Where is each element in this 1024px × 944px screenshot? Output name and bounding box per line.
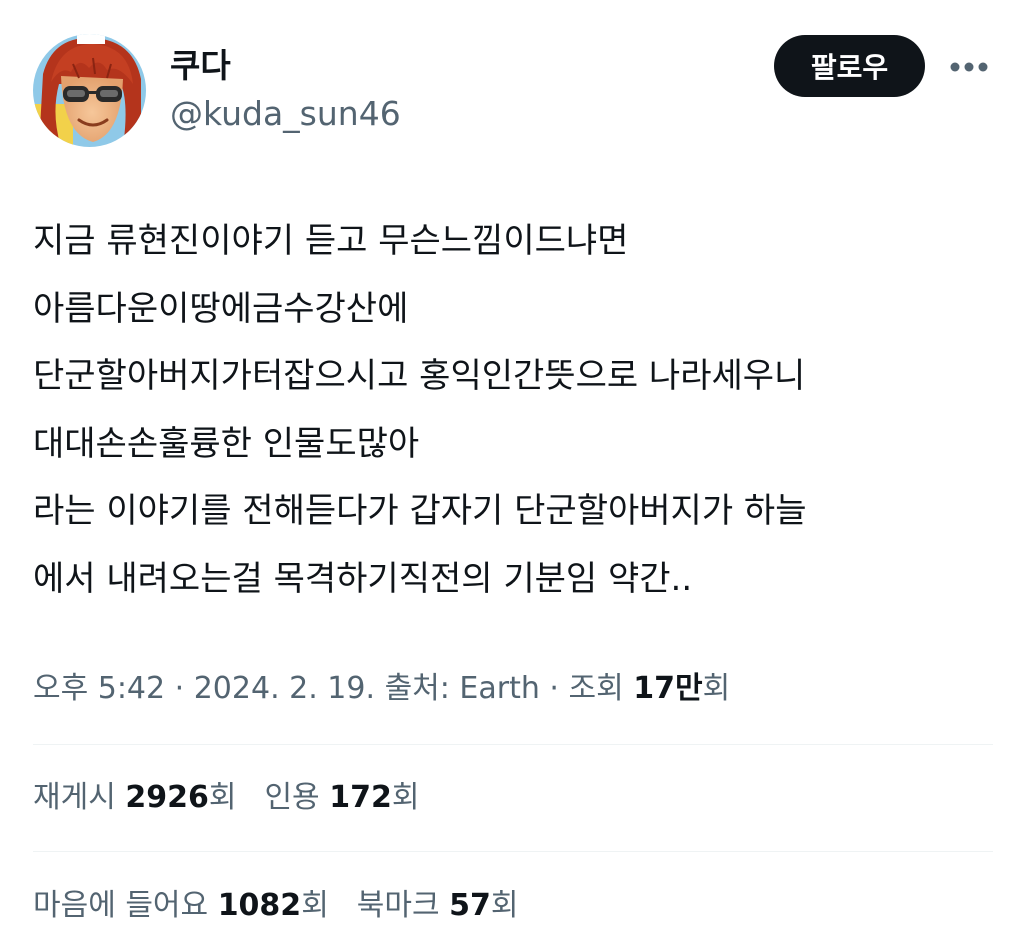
reposts-suffix: 회 xyxy=(208,780,237,815)
bookmarks-suffix: 회 xyxy=(490,888,519,923)
quotes-suffix: 회 xyxy=(391,780,420,815)
source-label: 출처: xyxy=(384,671,460,706)
more-horizontal-icon xyxy=(950,62,988,72)
tweet-text-line: 아름다운이땅에금수강산에 xyxy=(33,288,409,329)
tweet-text-line: 대대손손훌륭한 인물도많아 xyxy=(33,423,420,464)
tweet-time[interactable]: 오후 5:42 xyxy=(33,671,165,706)
tweet-text-line: 에서 내려오는걸 목격하기직전의 기분임 약간.. xyxy=(33,558,693,599)
likes-stat[interactable]: 마음에 들어요 1082회 xyxy=(33,881,329,931)
tweet-text: 지금 류현진이야기 듣고 무슨느낌이드냐면 아름다운이땅에금수강산에 단군할아버… xyxy=(33,208,998,613)
quotes-count: 172 xyxy=(329,780,392,815)
follow-button[interactable]: 팔로우 xyxy=(774,35,925,97)
more-options-button[interactable] xyxy=(944,48,994,86)
author-display-name[interactable]: 쿠다 xyxy=(170,44,231,88)
quotes-label: 인용 xyxy=(264,780,330,815)
divider xyxy=(33,851,993,852)
author-handle[interactable]: @kuda_sun46 xyxy=(170,92,401,136)
engagement-row-reposts: 재게시 2926회 인용 172회 xyxy=(33,773,419,823)
engagement-row-likes: 마음에 들어요 1082회 북마크 57회 xyxy=(33,881,519,931)
bookmarks-count: 57 xyxy=(449,888,491,923)
tweet-text-line: 지금 류현진이야기 듣고 무슨느낌이드냐면 xyxy=(33,221,629,261)
likes-count: 1082 xyxy=(217,888,302,923)
likes-suffix: 회 xyxy=(301,888,329,923)
avatar-illustration xyxy=(33,34,146,147)
views-suffix: 회 xyxy=(702,671,731,706)
divider xyxy=(33,744,993,745)
views-label: 조회 xyxy=(568,671,634,706)
source-value: Earth xyxy=(459,671,540,706)
tweet-meta: 오후 5:42 · 2024. 2. 19. 출처: Earth · 조회 17… xyxy=(33,664,730,714)
avatar[interactable] xyxy=(33,34,146,147)
reposts-count: 2926 xyxy=(125,780,209,815)
likes-label: 마음에 들어요 xyxy=(33,888,218,923)
tweet-date[interactable]: 2024. 2. 19. xyxy=(194,671,375,706)
views-count: 17만 xyxy=(633,671,703,706)
tweet-text-line: 단군할아버지가터잡으시고 홍익인간뜻으로 나라세우니 xyxy=(33,356,806,396)
tweet-text-line: 라는 이야기를 전해듣다가 갑자기 단군할아버지가 하늘 xyxy=(33,491,807,531)
bookmarks-label: 북마크 xyxy=(356,888,450,923)
tweet-detail: 쿠다 @kuda_sun46 팔로우 지금 류현진이야기 듣고 무슨느낌이드냐면… xyxy=(0,0,1024,944)
reposts-label: 재게시 xyxy=(33,780,126,815)
reposts-stat[interactable]: 재게시 2926회 xyxy=(33,773,236,823)
meta-separator: · xyxy=(165,671,194,706)
quotes-stat[interactable]: 인용 172회 xyxy=(264,773,419,823)
meta-separator: · xyxy=(539,671,569,706)
bookmarks-stat[interactable]: 북마크 57회 xyxy=(357,881,519,931)
